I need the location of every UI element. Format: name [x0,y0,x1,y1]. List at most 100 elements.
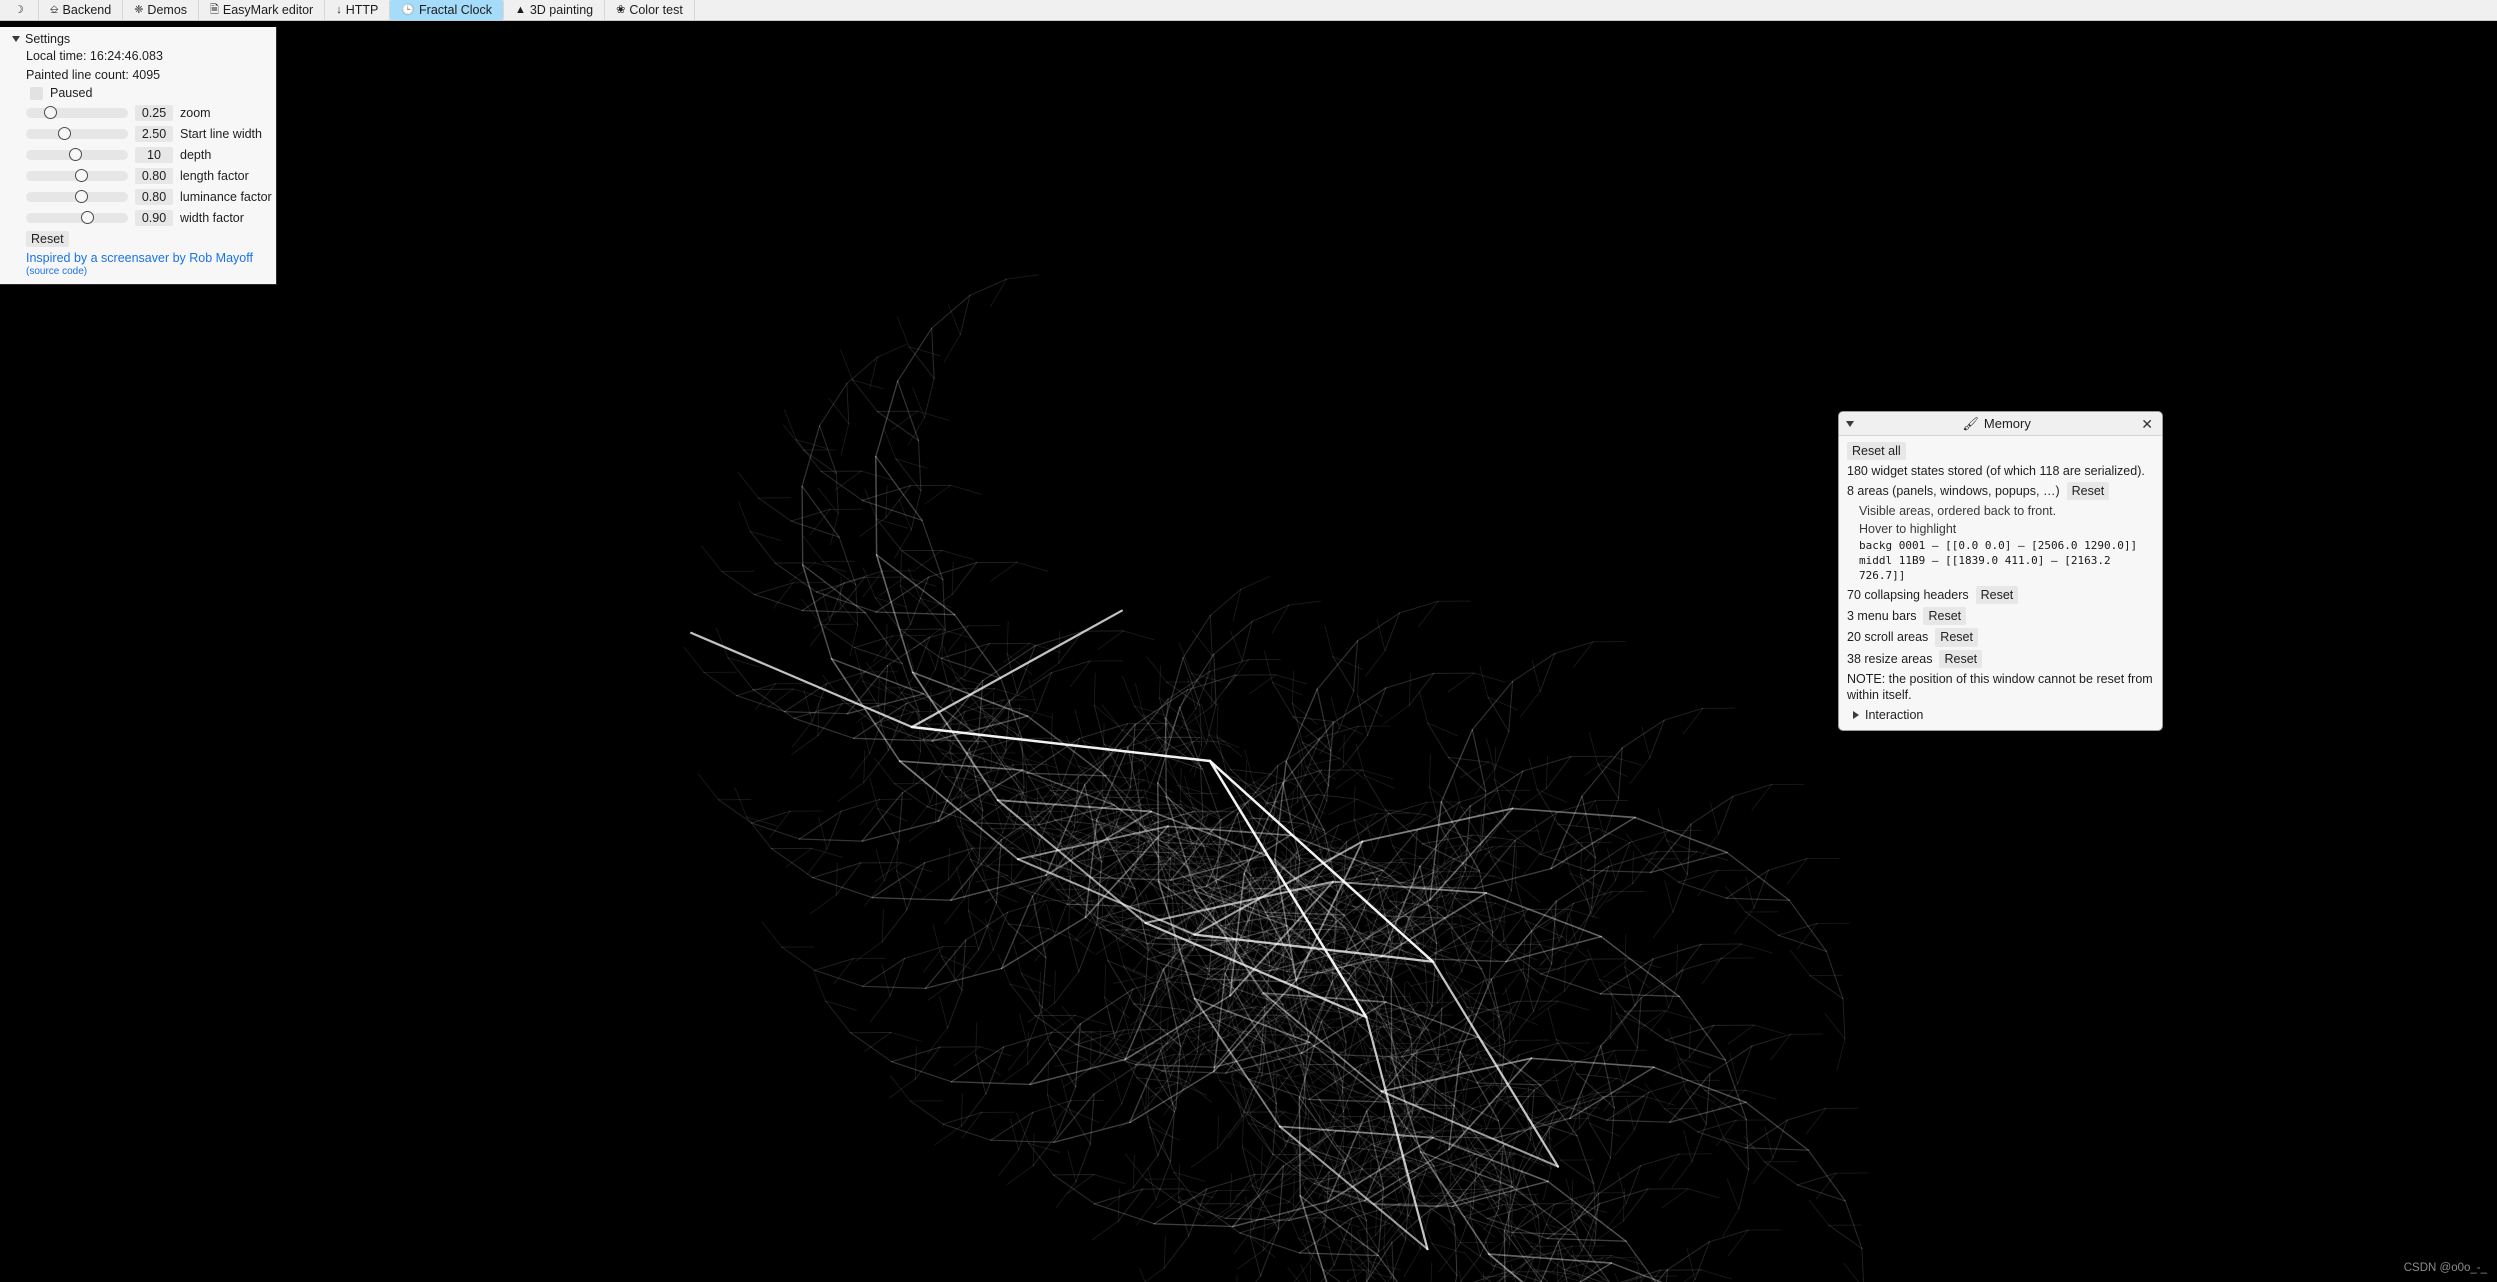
menu-bars-label: 3 menu bars [1847,609,1917,624]
menu-bar[interactable]: ☽ ⎒ Backend ❈ Demos 🗎 EasyMark editor ↓ … [0,0,2497,21]
memory-window-titlebar[interactable]: 🖌 Memory ✕ [1839,412,2162,436]
slider-knob[interactable] [58,127,72,140]
menu-item-label: Fractal Clock [419,2,492,17]
painted-line-count-readout: Painted line count: 4095 [26,67,161,82]
memory-window[interactable]: 🖌 Memory ✕ Reset all 180 widget states s… [1838,411,2163,731]
menu-item-demos[interactable]: ❈ Demos [123,0,200,20]
slider-knob[interactable] [75,190,89,203]
areas-hint-ordered: Visible areas, ordered back to front. [1859,503,2057,518]
width-factor-label: width factor [180,210,244,225]
credit-link[interactable]: Inspired by a screensaver by Rob Mayoff [6,250,270,266]
checkbox-box-icon[interactable] [30,86,43,100]
resize-areas-row: 38 resize areas Reset [1845,648,2156,669]
paused-label: Paused [50,86,93,100]
zoom-value[interactable]: 0.25 [135,104,173,121]
menu-item-backend[interactable]: ⎒ Backend [39,0,124,20]
luminance-factor-label: luminance factor [180,189,272,204]
triangle-icon: ▲ [514,3,526,16]
collapse-triangle-down-icon[interactable] [1846,420,1854,427]
scroll-areas-label: 20 scroll areas [1847,630,1929,645]
length-factor-label: length factor [180,168,249,183]
menu-item-theme[interactable]: ☽ [0,0,39,20]
depth-slider[interactable] [26,148,128,161]
memory-window-title: 🖌 Memory [1854,416,2139,432]
collapsing-headers-label: 70 collapsing headers [1847,587,1969,602]
areas-row: 8 areas (panels, windows, popups, …) Res… [1845,481,2156,502]
menu-item-label: Demos [147,2,188,17]
menu-item-easymark-editor[interactable]: 🗎 EasyMark editor [199,0,326,20]
download-icon: ↓ [336,3,342,16]
luminance-factor-slider[interactable] [26,190,128,203]
width-factor-slider[interactable] [26,211,128,224]
reset-all-row: Reset all [1845,440,2156,461]
slider-row-width-factor[interactable]: 0.90 width factor [6,207,270,228]
areas-label: 8 areas (panels, windows, popups, …) [1847,484,2060,498]
memory-window-body: Reset all 180 widget states stored (of w… [1839,436,2162,730]
menu-item-fractal-clock[interactable]: 🕒 Fractal Clock [390,0,504,20]
menu-item-http[interactable]: ↓ HTTP [325,0,391,20]
interaction-collapse-header[interactable]: Interaction [1845,705,2156,724]
paused-checkbox[interactable]: Paused [6,84,270,102]
zoom-slider[interactable] [26,106,128,119]
start-line-width-slider[interactable] [26,127,128,140]
chevron-right-icon [1853,710,1859,719]
resize-areas-label: 38 resize areas [1847,651,1933,666]
collapsing-headers-reset-button[interactable]: Reset [1975,585,2019,605]
menu-item-label: Backend [62,2,112,17]
slider-knob[interactable] [43,106,57,119]
depth-value[interactable]: 10 [135,146,173,163]
settings-panel[interactable]: Settings Local time: 16:24:46.083 Painte… [0,27,277,285]
length-factor-value[interactable]: 0.80 [135,167,173,184]
resize-areas-reset-button[interactable]: Reset [1939,649,1983,668]
area-row-middle[interactable]: middl 11B9 – [[1839.0 411.0] – [2163.2 7… [1845,554,2156,584]
depth-label: depth [180,147,212,162]
menu-item-label: HTTP [345,2,379,17]
close-icon[interactable]: ✕ [2139,417,2155,431]
reset-all-button[interactable]: Reset all [1847,441,1906,460]
menu-item-label: 3D painting [529,2,594,17]
slider-row-start-line-width[interactable]: 2.50 Start line width [6,123,270,144]
slider-row-zoom[interactable]: 0.25 zoom [6,102,270,123]
reset-button[interactable]: Reset [26,231,69,247]
luminance-factor-value[interactable]: 0.80 [135,188,173,205]
area-row-background[interactable]: backg 0001 – [[0.0 0.0] – [2506.0 1290.0… [1845,538,2156,554]
interaction-label: Interaction [1865,707,1924,722]
start-line-width-label: Start line width [180,126,262,141]
menu-item-3d-painting[interactable]: ▲ 3D painting [504,0,606,20]
menu-bars-reset-button[interactable]: Reset [1923,607,1967,626]
clock-icon: 🕒 [401,3,416,16]
areas-reset-button[interactable]: Reset [2066,482,2110,501]
slider-knob[interactable] [81,211,95,224]
widget-states-text: 180 widget states stored (of which 118 a… [1847,463,2145,478]
scroll-areas-reset-button[interactable]: Reset [1935,628,1978,647]
length-factor-slider[interactable] [26,169,128,182]
menu-item-color-test[interactable]: ❀ Color test [605,0,695,20]
collapsing-headers-row: 70 collapsing headers Reset [1845,584,2156,605]
settings-reset-row: Reset [6,228,270,250]
position-note: NOTE: the position of this window cannot… [1847,671,2153,703]
slider-knob[interactable] [69,148,83,161]
slider-knob[interactable] [75,169,89,182]
settings-header-label: Settings [25,32,71,46]
local-time-readout: Local time: 16:24:46.083 [26,49,163,63]
menu-item-label: Color test [629,2,683,17]
zoom-label: zoom [180,105,211,120]
width-factor-value[interactable]: 0.90 [135,209,173,226]
watermark: CSDN @o0o_-_ [2403,1262,2487,1274]
monitor-icon: ⎒ [49,3,59,16]
source-code-link[interactable]: (source code) [6,266,270,278]
settings-collapse-header[interactable]: Settings [6,31,270,47]
demos-icon: ❈ [134,3,144,16]
memory-note-icon: 🖌 [1962,415,1979,431]
menu-item-label: EasyMark editor [222,2,314,17]
slider-row-luminance-factor[interactable]: 0.80 luminance factor [6,186,272,207]
slider-row-length-factor[interactable]: 0.80 length factor [6,165,270,186]
palette-icon: ❀ [616,3,626,16]
start-line-width-value[interactable]: 2.50 [135,125,173,142]
slider-row-depth[interactable]: 10 depth [6,144,270,165]
document-icon: 🗎 [210,3,219,16]
scroll-areas-row: 20 scroll areas Reset [1845,627,2156,648]
memory-title-label: Memory [1983,416,2031,431]
menu-bars-row: 3 menu bars Reset [1845,606,2156,627]
areas-hint-hover: Hover to highlight [1859,522,1957,536]
